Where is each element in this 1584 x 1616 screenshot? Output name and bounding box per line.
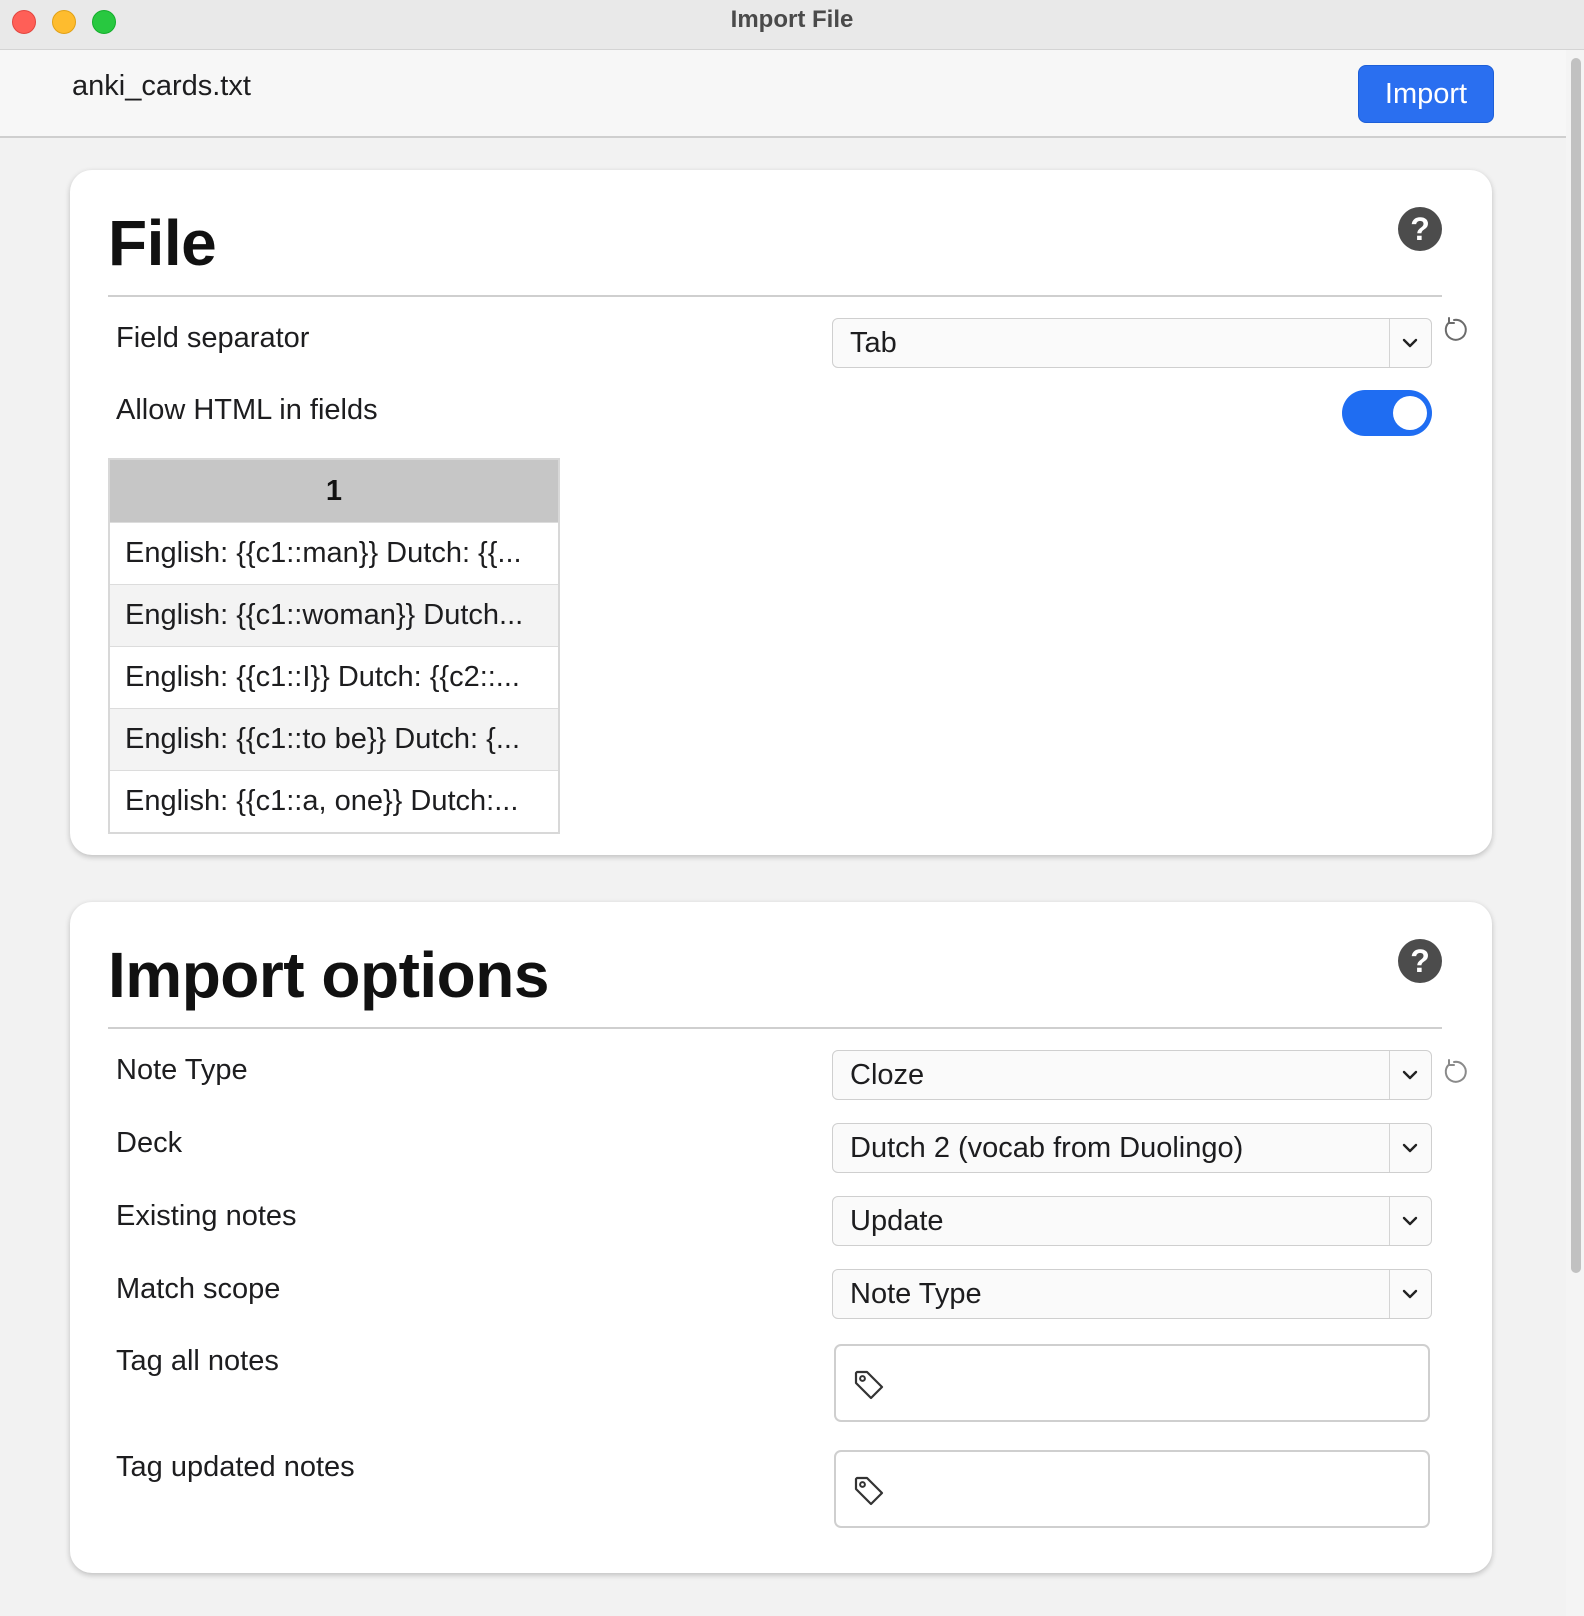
tag-icon: [854, 1370, 884, 1400]
help-icon[interactable]: ?: [1398, 939, 1442, 983]
allow-html-toggle[interactable]: [1342, 390, 1432, 436]
deck-select[interactable]: Dutch 2 (vocab from Duolingo): [832, 1123, 1432, 1173]
select-divider: [1389, 1051, 1390, 1099]
deck-label: Deck: [116, 1127, 183, 1159]
match-scope-label: Match scope: [116, 1273, 281, 1305]
import-button[interactable]: Import: [1358, 65, 1494, 123]
field-separator-value: Tab: [850, 327, 897, 359]
reset-icon[interactable]: [1440, 1058, 1468, 1086]
tag-all-notes-label: Tag all notes: [116, 1345, 279, 1377]
preview-row: English: {{c1::I}} Dutch: {{c2::...: [110, 646, 558, 708]
note-type-select[interactable]: Cloze: [832, 1050, 1432, 1100]
note-type-label: Note Type: [116, 1054, 248, 1086]
select-divider: [1389, 1270, 1390, 1318]
vertical-scrollbar[interactable]: [1566, 50, 1584, 1616]
existing-notes-value: Update: [850, 1205, 944, 1237]
toggle-knob: [1393, 396, 1427, 430]
select-divider: [1389, 319, 1390, 367]
chevron-down-icon: [1402, 1143, 1418, 1153]
chevron-down-icon: [1402, 1216, 1418, 1226]
help-icon[interactable]: ?: [1398, 207, 1442, 251]
deck-value: Dutch 2 (vocab from Duolingo): [850, 1132, 1244, 1164]
existing-notes-select[interactable]: Update: [832, 1196, 1432, 1246]
field-separator-label: Field separator: [116, 322, 310, 354]
preview-row: English: {{c1::to be}} Dutch: {...: [110, 708, 558, 770]
preview-row: English: {{c1::woman}} Dutch...: [110, 584, 558, 646]
file-preview-table: 1 English: {{c1::man}} Dutch: {{... Engl…: [108, 458, 560, 834]
tag-all-notes-input[interactable]: [834, 1344, 1430, 1422]
match-scope-value: Note Type: [850, 1278, 982, 1310]
note-type-value: Cloze: [850, 1059, 925, 1091]
window-title: Import File: [730, 6, 854, 33]
preview-row: English: {{c1::a, one}} Dutch:...: [110, 770, 558, 832]
tag-icon: [854, 1476, 884, 1506]
section-divider: [108, 295, 1442, 297]
existing-notes-label: Existing notes: [116, 1200, 297, 1232]
import-options-title: Import options: [108, 939, 549, 1011]
preview-row: English: {{c1::man}} Dutch: {{...: [110, 522, 558, 584]
reset-icon[interactable]: [1440, 316, 1468, 344]
match-scope-select[interactable]: Note Type: [832, 1269, 1432, 1319]
chevron-down-icon: [1402, 1070, 1418, 1080]
section-divider: [108, 1027, 1442, 1029]
import-header: anki_cards.txt Import: [0, 50, 1566, 138]
import-file-window: Import File anki_cards.txt Import File ?…: [0, 0, 1584, 1616]
chevron-down-icon: [1402, 338, 1418, 348]
scrollbar-thumb[interactable]: [1571, 58, 1581, 1273]
select-divider: [1389, 1197, 1390, 1245]
file-section: File ? Field separator Tab Allow HTML in…: [70, 170, 1492, 855]
tag-updated-notes-input[interactable]: [834, 1450, 1430, 1528]
preview-column-header: 1: [110, 460, 558, 522]
file-section-title: File: [108, 207, 217, 279]
select-divider: [1389, 1124, 1390, 1172]
field-separator-select[interactable]: Tab: [832, 318, 1432, 368]
allow-html-label: Allow HTML in fields: [116, 394, 378, 426]
chevron-down-icon: [1402, 1289, 1418, 1299]
title-bar: Import File: [0, 0, 1584, 50]
import-options-section: Import options ? Note Type Cloze Deck Du…: [70, 902, 1492, 1573]
file-name: anki_cards.txt: [72, 70, 251, 102]
tag-updated-notes-label: Tag updated notes: [116, 1451, 355, 1483]
